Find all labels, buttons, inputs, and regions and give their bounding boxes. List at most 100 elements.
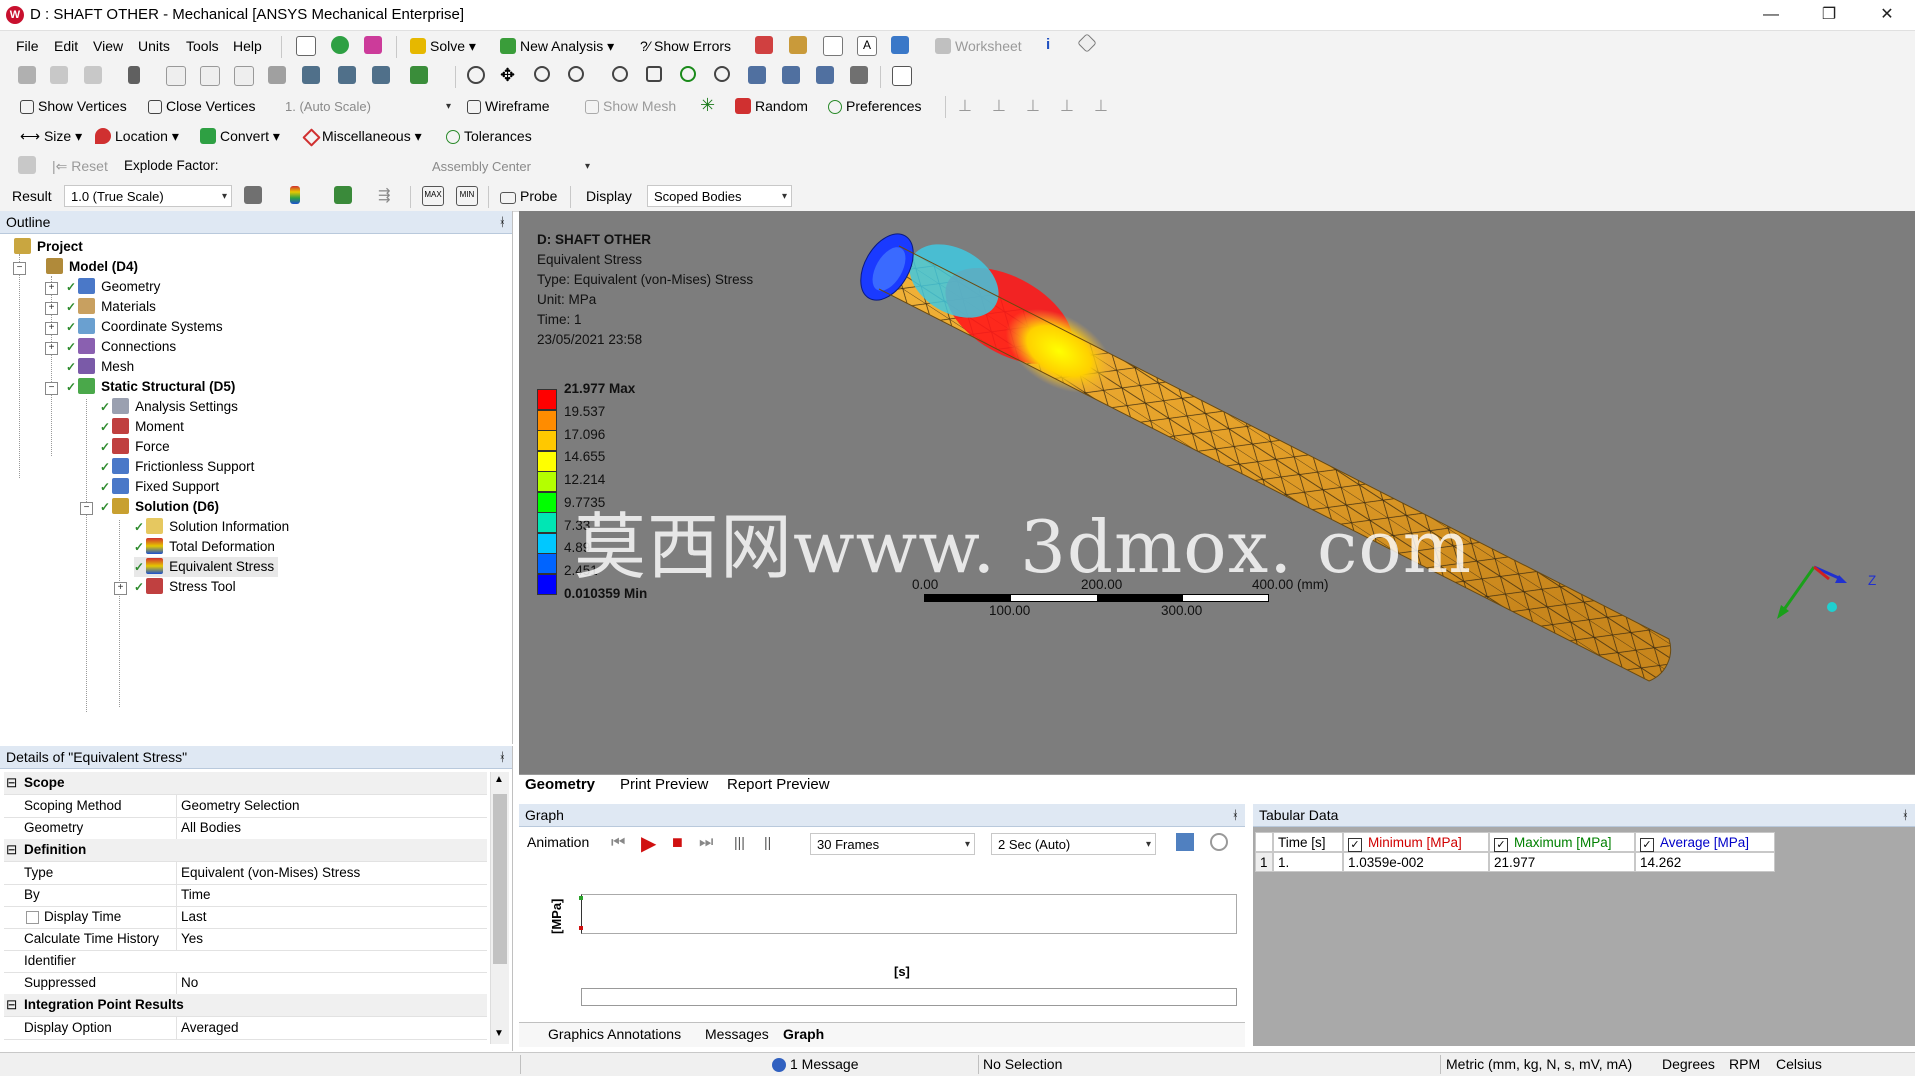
location-button[interactable]: Location ▾: [95, 125, 179, 147]
result-scale-dropdown[interactable]: 1.0 (True Scale) ▾: [64, 185, 232, 207]
tree-item-solution-information[interactable]: ✓ Solution Information: [134, 517, 289, 537]
cell-minimum[interactable]: 1.0359e-002: [1343, 852, 1489, 872]
cursor-icon[interactable]: [128, 66, 140, 84]
collapse-model-icon[interactable]: −: [13, 262, 26, 275]
row-display-option[interactable]: Display Option Averaged: [4, 1017, 487, 1040]
menu-file[interactable]: File: [16, 35, 39, 57]
menu-edit[interactable]: Edit: [54, 35, 78, 57]
col-maximum[interactable]: ✓ Maximum [MPa]: [1489, 832, 1635, 852]
show-vertices-button[interactable]: Show Vertices: [20, 95, 127, 117]
console-icon[interactable]: [296, 36, 316, 56]
graph-plot-area[interactable]: [581, 894, 1237, 934]
tree-item-fixed-support[interactable]: ✓ Fixed Support: [100, 477, 219, 497]
section-integration-point-results[interactable]: ⊟ Integration Point Results: [4, 994, 487, 1017]
zoom-out-icon[interactable]: [714, 66, 730, 82]
speed-dropdown[interactable]: 2 Sec (Auto) ▾: [991, 833, 1156, 855]
axis-triad-icon[interactable]: [1769, 549, 1869, 629]
result-sets-icon[interactable]: ||: [764, 834, 771, 850]
expand-materials-icon[interactable]: +: [45, 302, 58, 315]
viewport-layout-icon[interactable]: [892, 66, 912, 86]
select-face-icon[interactable]: [50, 66, 68, 84]
pin-icon[interactable]: ᚼ: [1232, 804, 1239, 826]
messages-status[interactable]: 1 Message: [772, 1056, 858, 1072]
menu-tools[interactable]: Tools: [186, 35, 219, 57]
tolerances-button[interactable]: Tolerances: [446, 125, 532, 147]
worksheet-button[interactable]: Worksheet: [935, 35, 1022, 57]
geometry-display-icon[interactable]: [244, 186, 262, 204]
col-average[interactable]: ✓ Average [MPa]: [1635, 832, 1775, 852]
check-icon[interactable]: [331, 36, 349, 54]
distributed-frames-icon[interactable]: |||: [734, 834, 745, 850]
magnifier-icon[interactable]: [680, 66, 696, 82]
section-scope[interactable]: ⊟ Scope: [4, 772, 487, 795]
display-time-checkbox[interactable]: [26, 911, 39, 924]
convert-button[interactable]: Convert ▾: [200, 125, 280, 147]
tree-item-total-deformation[interactable]: ✓ Total Deformation: [134, 537, 275, 557]
rotate-icon[interactable]: [467, 66, 485, 84]
selection-filter-icon[interactable]: [410, 66, 428, 84]
zoom-icon[interactable]: [534, 66, 550, 82]
size-button[interactable]: ⟷ Size ▾: [20, 125, 82, 147]
pin-icon[interactable]: ᚼ: [499, 746, 506, 768]
show-mesh-button[interactable]: Show Mesh: [585, 95, 676, 117]
explode-icon[interactable]: ✳: [700, 96, 718, 114]
view-previous-icon[interactable]: [748, 66, 766, 84]
section-definition[interactable]: ⊟ Definition: [4, 839, 487, 862]
contour-icon[interactable]: [290, 186, 300, 204]
view-iso-icon[interactable]: [816, 66, 834, 84]
tree-item-materials[interactable]: ✓ Materials: [66, 297, 156, 317]
cell-time[interactable]: 1.: [1273, 852, 1343, 872]
screenshot-icon[interactable]: [891, 36, 909, 54]
comment-icon[interactable]: [755, 36, 773, 54]
select-node-icon[interactable]: [268, 66, 286, 84]
expand-connections-icon[interactable]: +: [45, 342, 58, 355]
col-minimum[interactable]: ✓ Minimum [MPa]: [1343, 832, 1489, 852]
scroll-down-icon[interactable]: ▼: [494, 1028, 504, 1039]
scoped-bodies-dropdown[interactable]: Scoped Bodies ▾: [647, 185, 792, 207]
select-vertex-icon[interactable]: [200, 66, 220, 86]
random-colors-button[interactable]: Random: [735, 95, 808, 117]
select-all-icon[interactable]: [302, 66, 320, 84]
expand-coordinate-systems-icon[interactable]: +: [45, 322, 58, 335]
expand-geometry-icon[interactable]: +: [45, 282, 58, 295]
axis-custom-icon[interactable]: ⊥: [1094, 96, 1112, 115]
row-type[interactable]: Type Equivalent (von-Mises) Stress: [4, 862, 487, 885]
unit-system-status[interactable]: Metric (mm, kg, N, s, mV, mA): [1446, 1056, 1632, 1072]
show-errors-button[interactable]: ?⁄ Show Errors: [640, 35, 731, 57]
preferences-button[interactable]: Preferences: [828, 95, 921, 117]
view-next-icon[interactable]: [782, 66, 800, 84]
tree-item-force[interactable]: ✓ Force: [100, 437, 170, 457]
time-slider[interactable]: [581, 988, 1237, 1006]
tab-geometry[interactable]: Geometry: [525, 776, 595, 793]
tree-item-moment[interactable]: ✓ Moment: [100, 417, 184, 437]
select-edge-icon[interactable]: [84, 66, 102, 84]
row-geometry[interactable]: Geometry All Bodies: [4, 817, 487, 840]
tree-item-connections[interactable]: ✓ Connections: [66, 337, 176, 357]
select-mode-icon[interactable]: [166, 66, 186, 86]
col-time[interactable]: Time [s]: [1273, 832, 1343, 852]
minimize-button[interactable]: —: [1748, 2, 1794, 28]
tab-report-preview[interactable]: Report Preview: [727, 776, 830, 793]
wireframe-button[interactable]: Wireframe: [467, 95, 550, 117]
axis-xy-icon[interactable]: ⊥: [958, 96, 976, 115]
collapse-solution-icon[interactable]: −: [80, 502, 93, 515]
solve-button[interactable]: Solve ▾: [410, 35, 476, 57]
expand-stress-tool-icon[interactable]: +: [114, 582, 127, 595]
axis-zx-icon[interactable]: ⊥: [1026, 96, 1044, 115]
menu-units[interactable]: Units: [138, 35, 170, 57]
chart-icon[interactable]: [789, 36, 807, 54]
scroll-thumb[interactable]: [493, 794, 507, 964]
zoom-box-icon[interactable]: [568, 66, 584, 82]
tab-graph[interactable]: Graph: [783, 1026, 824, 1042]
play-icon[interactable]: ▶: [641, 831, 656, 856]
row-by[interactable]: By Time: [4, 884, 487, 907]
axis-yz-icon[interactable]: ⊥: [992, 96, 1010, 115]
tab-messages[interactable]: Messages: [705, 1026, 769, 1042]
menu-view[interactable]: View: [93, 35, 123, 57]
stop-icon[interactable]: ■: [672, 832, 683, 853]
tab-graphics-annotations[interactable]: Graphics Annotations: [548, 1026, 681, 1042]
new-analysis-button[interactable]: New Analysis ▾: [500, 35, 614, 57]
cell-average[interactable]: 14.262: [1635, 852, 1775, 872]
image-icon[interactable]: [823, 36, 843, 56]
reset-button[interactable]: |⇐ Reset: [52, 155, 108, 177]
